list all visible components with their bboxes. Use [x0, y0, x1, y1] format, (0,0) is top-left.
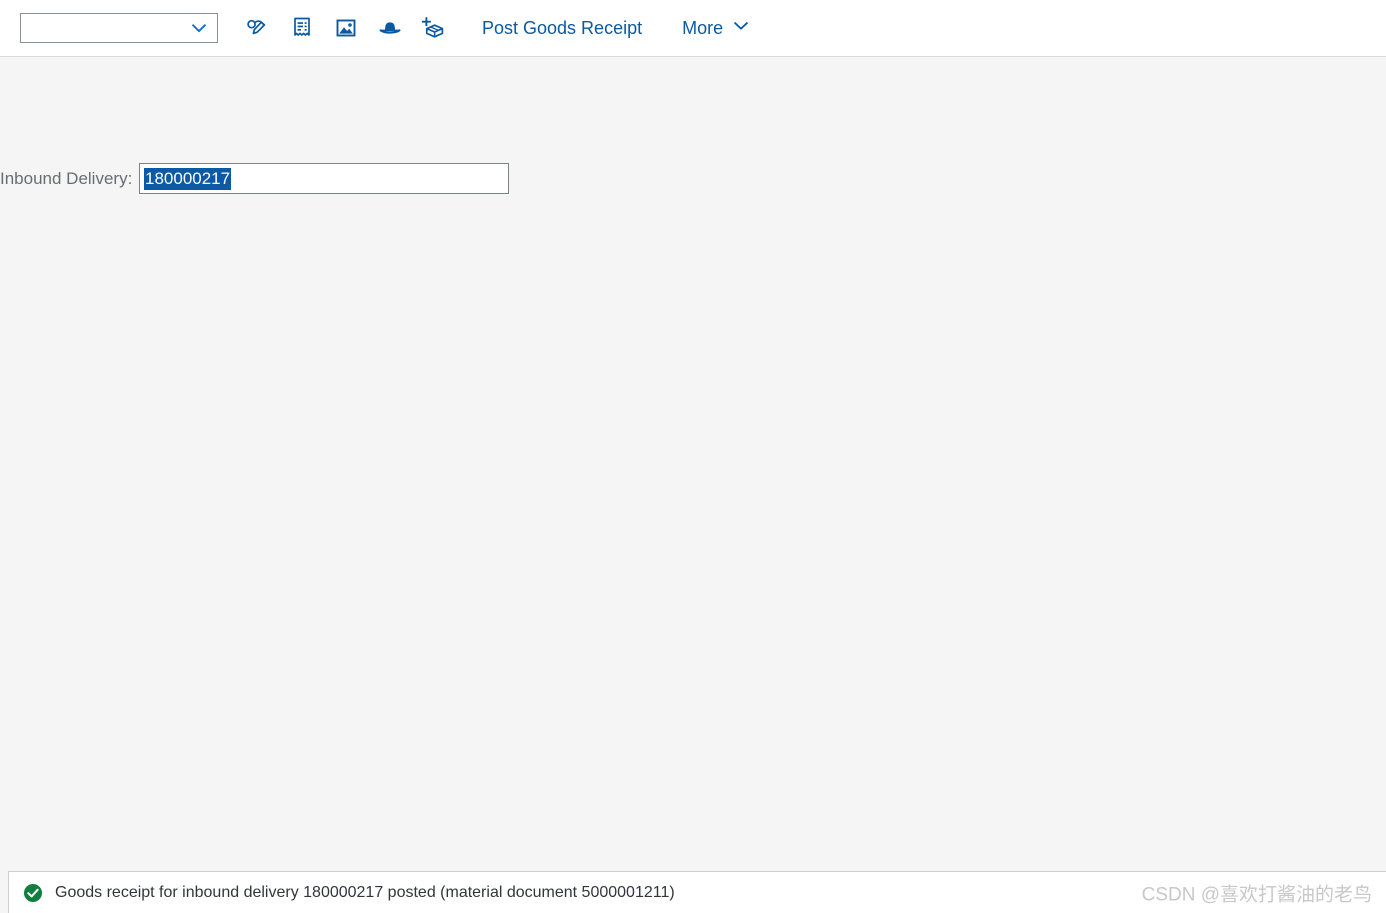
post-goods-receipt-button[interactable]: Post Goods Receipt: [470, 12, 654, 45]
inbound-delivery-value: 180000217: [144, 167, 232, 190]
more-menu-label: More: [682, 17, 724, 38]
application-window: Post Goods Receipt More Inbound Delivery…: [0, 0, 1386, 913]
display-change-icon: [245, 15, 271, 41]
variant-select[interactable]: [20, 13, 218, 43]
document-receipt-icon-button[interactable]: [280, 8, 324, 48]
image-icon-button[interactable]: [324, 8, 368, 48]
chevron-down-icon: [732, 17, 750, 40]
hat-icon-button[interactable]: [368, 8, 412, 48]
status-message-text: Goods receipt for inbound delivery 18000…: [55, 883, 675, 901]
display-change-icon-button[interactable]: [236, 8, 280, 48]
image-icon: [333, 15, 359, 41]
document-receipt-icon: [289, 15, 315, 41]
content-area: Inbound Delivery: 180000217 Goods receip…: [0, 57, 1386, 913]
inbound-delivery-field-row: Inbound Delivery: 180000217: [0, 163, 509, 194]
inbound-delivery-label: Inbound Delivery:: [0, 168, 133, 188]
success-check-icon: [23, 883, 43, 903]
status-message-bar: Goods receipt for inbound delivery 18000…: [8, 871, 1386, 913]
hat-icon: [377, 15, 403, 41]
watermark-text: CSDN @喜欢打酱油的老鸟: [1141, 884, 1372, 905]
chevron-down-icon: [189, 18, 209, 38]
add-package-icon-button[interactable]: [412, 8, 456, 48]
message-bar-region: Goods receipt for inbound delivery 18000…: [0, 871, 1386, 913]
toolbar: Post Goods Receipt More: [0, 0, 1386, 57]
inbound-delivery-input[interactable]: 180000217: [139, 163, 509, 194]
add-package-icon: [420, 14, 448, 42]
more-menu-button[interactable]: More: [672, 11, 760, 46]
